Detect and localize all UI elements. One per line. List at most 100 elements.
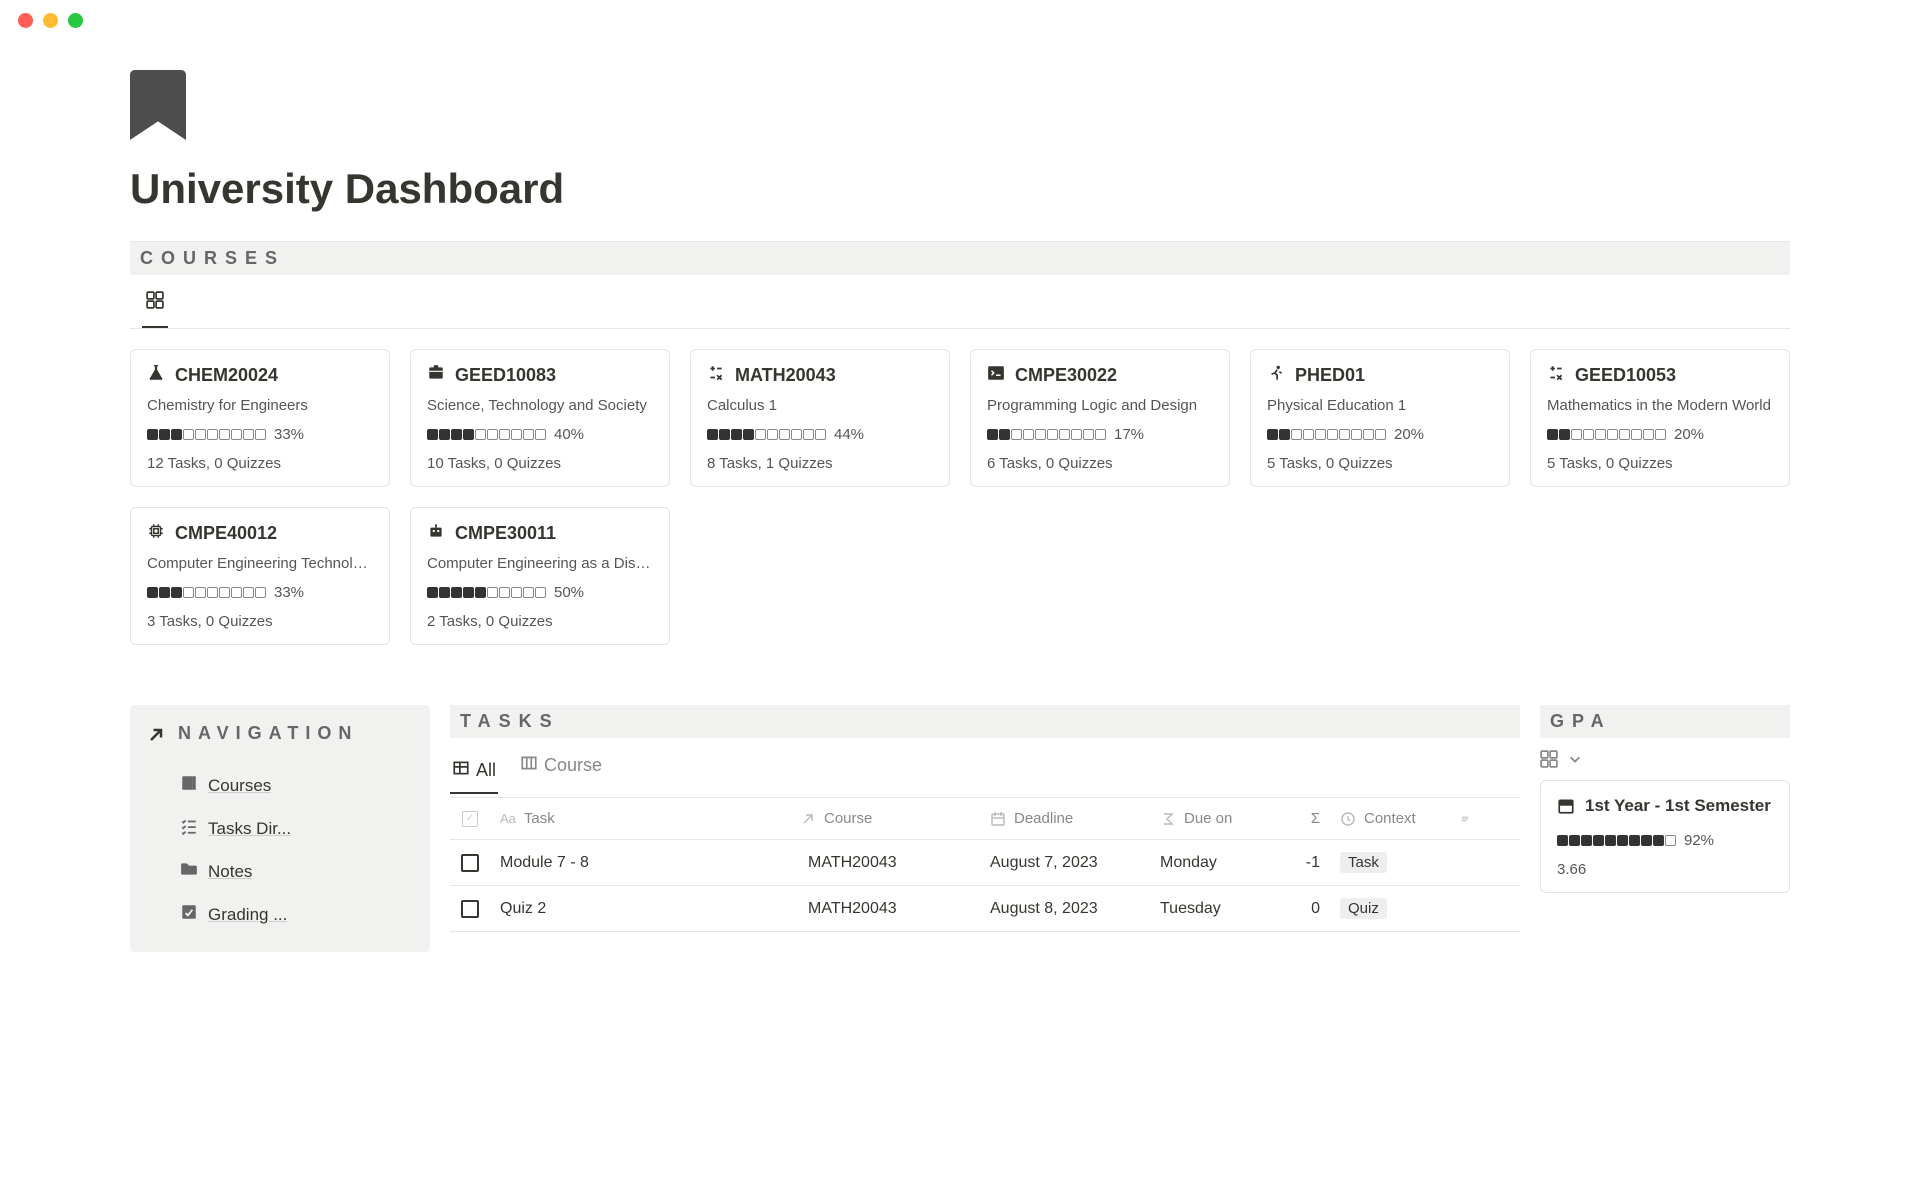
maximize-window-button[interactable] bbox=[68, 13, 83, 28]
course-card[interactable]: GEED10083 Science, Technology and Societ… bbox=[410, 349, 670, 487]
courses-grid: CHEM20024 Chemistry for Engineers 33% 12… bbox=[130, 349, 1790, 645]
close-window-button[interactable] bbox=[18, 13, 33, 28]
course-name: Programming Logic and Design bbox=[987, 397, 1213, 414]
task-context-tag: Quiz bbox=[1340, 898, 1387, 919]
bookmark-icon[interactable] bbox=[130, 70, 1790, 145]
course-card[interactable]: MATH20043 Calculus 1 44% 8 Tasks, 1 Quiz… bbox=[690, 349, 950, 487]
courses-section-label: COURSES bbox=[130, 242, 1790, 275]
task-checkbox[interactable] bbox=[461, 854, 479, 872]
progress-percent: 40% bbox=[554, 426, 584, 443]
page-title: University Dashboard bbox=[130, 165, 1790, 213]
task-dueon: Tuesday bbox=[1150, 888, 1280, 930]
course-code: CMPE40012 bbox=[175, 523, 277, 544]
course-name: Chemistry for Engineers bbox=[147, 397, 373, 414]
course-card[interactable]: PHED01 Physical Education 1 20% 5 Tasks,… bbox=[1250, 349, 1510, 487]
gpa-section-label: GPA bbox=[1540, 705, 1790, 738]
nav-item[interactable]: Tasks Dir... bbox=[180, 807, 414, 850]
gallery-icon bbox=[146, 291, 164, 314]
table-icon bbox=[452, 759, 470, 782]
calendar-icon bbox=[1557, 795, 1575, 820]
formula-icon bbox=[1160, 811, 1176, 827]
gpa-card[interactable]: 1st Year - 1st Semester 92% 3.66 bbox=[1540, 780, 1790, 893]
progress-bar bbox=[147, 587, 266, 598]
course-name: Computer Engineering as a Discipline bbox=[427, 555, 653, 572]
courses-view-tabs bbox=[130, 275, 1790, 329]
progress-percent: 33% bbox=[274, 584, 304, 601]
course-name: Computer Engineering Technology bbox=[147, 555, 373, 572]
course-card[interactable]: CMPE30011 Computer Engineering as a Disc… bbox=[410, 507, 670, 645]
gpa-value: 3.66 bbox=[1557, 861, 1773, 878]
navigation-label: NAVIGATION bbox=[178, 721, 358, 746]
course-stats: 5 Tasks, 0 Quizzes bbox=[1267, 455, 1493, 472]
task-deadline: August 8, 2023 bbox=[980, 888, 1150, 930]
task-name: Module 7 - 8 bbox=[490, 842, 790, 884]
task-name: Quiz 2 bbox=[490, 888, 790, 930]
tasks-section-label: TASKS bbox=[450, 705, 1520, 738]
progress-bar bbox=[427, 587, 546, 598]
runner-icon bbox=[1267, 364, 1285, 387]
nav-item-label: Tasks Dir... bbox=[208, 819, 291, 839]
course-code: PHED01 bbox=[1295, 365, 1365, 386]
task-tab-course[interactable]: Course bbox=[518, 748, 604, 787]
task-course: MATH20043 bbox=[808, 854, 897, 872]
gallery-view-tab[interactable] bbox=[142, 285, 168, 328]
sigma-label: Σ bbox=[1311, 810, 1320, 827]
task-deadline: August 7, 2023 bbox=[980, 842, 1150, 884]
progress-bar bbox=[427, 429, 546, 440]
progress-percent: 44% bbox=[834, 426, 864, 443]
course-name: Physical Education 1 bbox=[1267, 397, 1493, 414]
course-code: CMPE30011 bbox=[455, 523, 556, 544]
course-code: MATH20043 bbox=[735, 365, 836, 386]
course-stats: 12 Tasks, 0 Quizzes bbox=[147, 455, 373, 472]
chip-icon bbox=[147, 522, 165, 545]
minimize-window-button[interactable] bbox=[43, 13, 58, 28]
progress-bar bbox=[1267, 429, 1386, 440]
task-row[interactable]: Quiz 2 MATH20043 August 8, 2023 Tuesday … bbox=[450, 886, 1520, 932]
robot-icon bbox=[427, 522, 445, 545]
course-name: Calculus 1 bbox=[707, 397, 933, 414]
course-name: Science, Technology and Society bbox=[427, 397, 653, 414]
course-stats: 8 Tasks, 1 Quizzes bbox=[707, 455, 933, 472]
course-code: GEED10053 bbox=[1575, 365, 1676, 386]
task-row[interactable]: Module 7 - 8 MATH20043 August 7, 2023 Mo… bbox=[450, 840, 1520, 886]
gpa-view-tabs[interactable] bbox=[1540, 738, 1790, 780]
grade-icon bbox=[180, 903, 198, 926]
calendar-icon bbox=[990, 811, 1006, 827]
nav-item[interactable]: Courses bbox=[180, 764, 414, 807]
calculator-icon bbox=[1547, 364, 1565, 387]
checkbox-header-icon: ✓ bbox=[462, 811, 478, 827]
course-name: Mathematics in the Modern World bbox=[1547, 397, 1773, 414]
task-checkbox[interactable] bbox=[461, 900, 479, 918]
course-stats: 10 Tasks, 0 Quizzes bbox=[427, 455, 653, 472]
briefcase-icon bbox=[427, 364, 445, 387]
task-dueon: Monday bbox=[1150, 842, 1280, 884]
menu-icon[interactable] bbox=[1460, 811, 1470, 827]
nav-item[interactable]: Grading ... bbox=[180, 893, 414, 936]
course-card[interactable]: CHEM20024 Chemistry for Engineers 33% 12… bbox=[130, 349, 390, 487]
checklist-icon bbox=[180, 817, 198, 840]
terminal-icon bbox=[987, 364, 1005, 387]
task-sigma: -1 bbox=[1280, 842, 1330, 884]
text-type-icon: Aa bbox=[500, 811, 516, 826]
course-stats: 6 Tasks, 0 Quizzes bbox=[987, 455, 1213, 472]
select-icon bbox=[1340, 811, 1356, 827]
nav-item[interactable]: Notes bbox=[180, 850, 414, 893]
arrow-up-right-icon bbox=[146, 721, 166, 750]
course-code: CMPE30022 bbox=[1015, 365, 1117, 386]
course-card[interactable]: CMPE30022 Programming Logic and Design 1… bbox=[970, 349, 1230, 487]
task-sigma: 0 bbox=[1280, 888, 1330, 930]
task-tab-all[interactable]: All bbox=[450, 753, 498, 794]
progress-bar bbox=[707, 429, 826, 440]
nav-item-label: Grading ... bbox=[208, 905, 287, 925]
tasks-header-row: ✓ AaTask Course Deadline Due on Σ Contex… bbox=[450, 798, 1520, 840]
course-card[interactable]: CMPE40012 Computer Engineering Technolog… bbox=[130, 507, 390, 645]
flask-icon bbox=[147, 364, 165, 387]
progress-percent: 20% bbox=[1674, 426, 1704, 443]
app-window: University Dashboard COURSES CHEM20024 C… bbox=[0, 0, 1920, 1200]
gpa-percent: 92% bbox=[1684, 832, 1714, 849]
course-stats: 2 Tasks, 0 Quizzes bbox=[427, 613, 653, 630]
gpa-progress-bar bbox=[1557, 835, 1676, 846]
progress-percent: 17% bbox=[1114, 426, 1144, 443]
chevron-down-icon bbox=[1568, 752, 1582, 766]
course-card[interactable]: GEED10053 Mathematics in the Modern Worl… bbox=[1530, 349, 1790, 487]
